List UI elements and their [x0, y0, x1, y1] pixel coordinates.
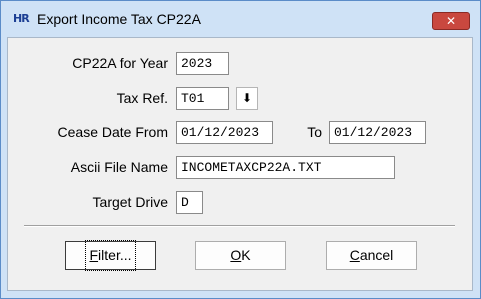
cease-from-label: Cease Date From — [57, 124, 168, 140]
ok-button[interactable]: OK — [195, 241, 286, 270]
ok-mnemonic: O — [230, 247, 242, 263]
cease-from-date-input[interactable]: 01/12/2023 — [176, 121, 273, 144]
cancel-button[interactable]: Cancel — [326, 241, 417, 270]
cease-to-date-input[interactable]: 01/12/2023 — [329, 121, 426, 144]
close-button[interactable]: ✕ — [432, 12, 470, 30]
filter-mnemonic: F — [89, 247, 99, 263]
cancel-label: ancel — [359, 247, 394, 263]
separator — [24, 225, 455, 227]
year-input[interactable]: 2023 — [176, 52, 229, 75]
title-bar[interactable]: HR Export Income Tax CP22A ✕ — [1, 1, 480, 38]
ok-label: K — [241, 247, 251, 263]
filter-button[interactable]: Filter... — [65, 240, 156, 271]
target-drive-label: Target Drive — [92, 194, 168, 210]
filter-label: ilter... — [98, 247, 132, 263]
close-icon: ✕ — [445, 14, 457, 28]
taxref-label: Tax Ref. — [116, 90, 168, 106]
taxref-input[interactable]: T01 — [176, 87, 229, 110]
year-label: CP22A for Year — [72, 55, 168, 71]
ascii-file-input[interactable]: INCOMETAXCP22A.TXT — [176, 156, 395, 179]
window-title: Export Income Tax CP22A — [37, 11, 201, 27]
arrow-down-icon: ⬇ — [241, 91, 253, 105]
target-drive-input[interactable]: D — [176, 191, 203, 214]
hr-app-icon: HR — [13, 12, 30, 25]
cease-to-label: To — [307, 124, 322, 140]
ascii-file-label: Ascii File Name — [70, 159, 168, 175]
taxref-dropdown-button[interactable]: ⬇ — [236, 87, 258, 110]
cancel-mnemonic: C — [349, 247, 360, 263]
